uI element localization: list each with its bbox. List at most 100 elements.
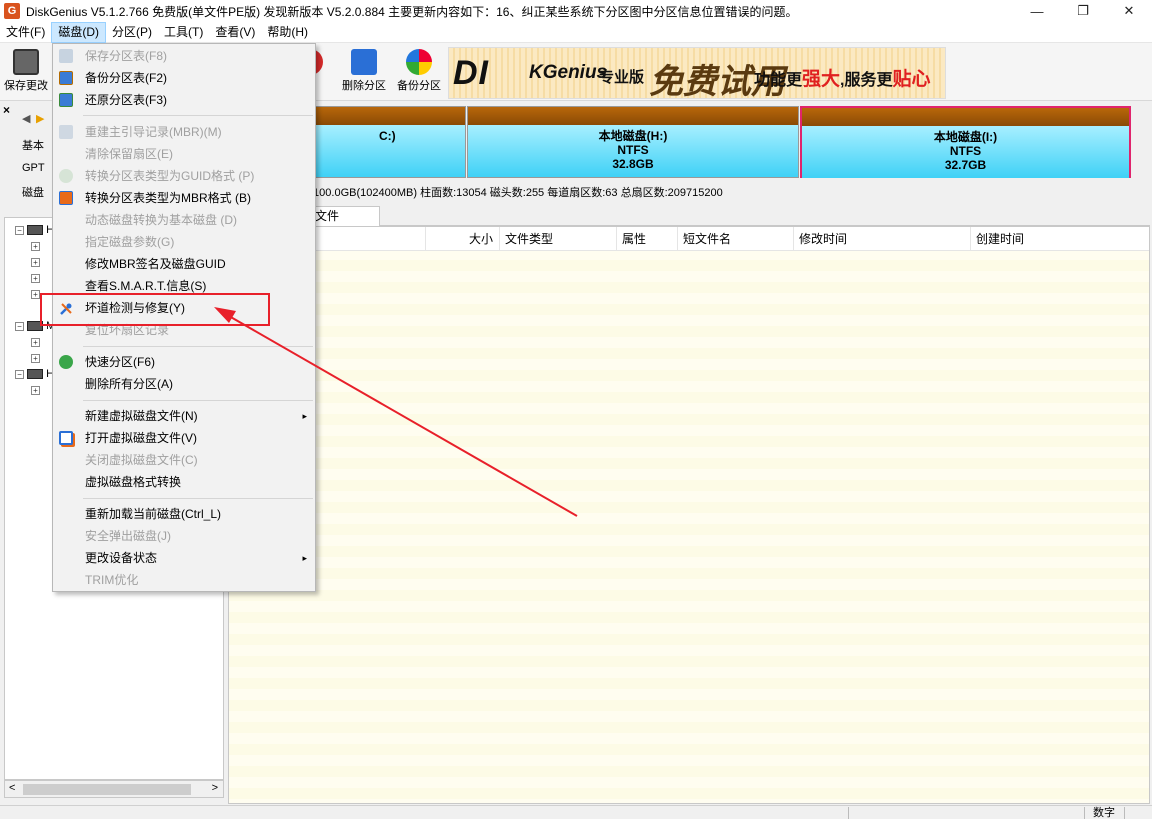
status-cell-blank — [848, 807, 1084, 819]
menu-virtual-disk-convert[interactable]: 虚拟磁盘格式转换 — [53, 471, 315, 493]
tree-node-disk-1[interactable]: − H — [15, 224, 54, 236]
backup-partition-label: 备份分区 — [397, 80, 441, 92]
menu-disk[interactable]: 磁盘(D) — [51, 21, 106, 43]
expand-icon[interactable]: + — [31, 353, 40, 363]
slogan-part-1: 功能更 — [754, 72, 803, 89]
disk-info-line: :100.0GB(102400MB) 柱面数:13054 磁头数:255 每道扇… — [310, 187, 723, 199]
tree-node-part[interactable]: + — [31, 336, 43, 348]
partition-fs: NTFS — [617, 143, 649, 157]
promo-banner[interactable]: DI KGenius 专业版 免费试用 功能更强大,服务更贴心 — [448, 47, 946, 99]
menu-separator — [83, 498, 313, 499]
menu-item-label: 指定磁盘参数(G) — [85, 235, 175, 249]
nav-left-icon[interactable]: ◀ — [22, 112, 30, 125]
tree-horizontal-scrollbar[interactable]: < > — [4, 780, 224, 798]
menu-tools[interactable]: 工具(T) — [158, 22, 209, 43]
partition-fs: NTFS — [949, 144, 982, 158]
tree-node-part[interactable]: + — [31, 256, 43, 268]
nav-right-icon[interactable]: ▶ — [36, 112, 44, 125]
submenu-arrow-icon: ▸ — [302, 553, 307, 563]
menu-dynamic-to-basic[interactable]: 动态磁盘转换为基本磁盘 (D) — [53, 209, 315, 231]
menu-file[interactable]: 文件(F) — [0, 22, 51, 43]
close-button[interactable]: ✕ — [1106, 0, 1152, 22]
banner-slogan: 功能更强大,服务更贴心 — [754, 64, 931, 91]
menu-restore-partition-table[interactable]: 还原分区表(F3) — [53, 89, 315, 111]
partition-size: 32.8GB — [612, 157, 654, 171]
disk-label: 磁盘 — [22, 187, 44, 199]
menu-trim-optimize[interactable]: TRIM优化 — [53, 569, 315, 591]
expand-icon[interactable]: + — [31, 337, 40, 347]
menu-help[interactable]: 帮助(H) — [261, 22, 314, 43]
slogan-part-2: ,服务更 — [840, 72, 893, 89]
sidebar-close-icon[interactable]: × — [3, 103, 10, 117]
collapse-icon[interactable]: − — [15, 369, 24, 379]
window-controls: — ❐ ✕ — [1014, 0, 1152, 22]
menu-save-partition-table[interactable]: 保存分区表(F8) — [53, 45, 315, 67]
tree-node-disk-3[interactable]: − H — [15, 368, 54, 380]
banner-logo: DI — [453, 54, 489, 92]
collapse-icon[interactable]: − — [15, 225, 24, 235]
partition-h[interactable]: 本地磁盘(H:) NTFS 32.8GB — [467, 106, 799, 178]
save-icon — [59, 49, 73, 63]
expand-icon[interactable]: + — [31, 273, 40, 283]
menu-rebuild-mbr[interactable]: 重建主引导记录(MBR)(M) — [53, 121, 315, 143]
menu-safe-eject[interactable]: 安全弹出磁盘(J) — [53, 525, 315, 547]
scroll-left-icon[interactable]: < — [9, 782, 15, 794]
save-icon — [13, 49, 39, 75]
menu-bar: 文件(F) 磁盘(D) 分区(P) 工具(T) 查看(V) 帮助(H) — [0, 21, 1152, 43]
col-file-type[interactable]: 文件类型 — [499, 227, 616, 251]
file-list-table[interactable]: 大小 文件类型 属性 短文件名 修改时间 创建时间 — [228, 226, 1150, 804]
menu-item-label: 关闭虚拟磁盘文件(C) — [85, 453, 198, 467]
col-size[interactable]: 大小 — [425, 227, 499, 251]
menu-delete-all-partitions[interactable]: 删除所有分区(A) — [53, 373, 315, 395]
col-attributes[interactable]: 属性 — [616, 227, 677, 251]
expand-icon[interactable]: + — [31, 385, 40, 395]
partition-i[interactable]: 本地磁盘(I:) NTFS 32.7GB — [800, 106, 1131, 178]
collapse-icon[interactable]: − — [15, 321, 24, 331]
col-created[interactable]: 创建时间 — [970, 227, 1148, 251]
maximize-button[interactable]: ❐ — [1060, 0, 1106, 22]
menu-modify-mbr-signature[interactable]: 修改MBR签名及磁盘GUID — [53, 253, 315, 275]
menu-item-label: 修改MBR签名及磁盘GUID — [85, 257, 226, 271]
backup-partition-button[interactable]: 备份分区 — [393, 47, 445, 97]
partition-body: 本地磁盘(H:) NTFS 32.8GB — [468, 125, 798, 177]
tab-browse-files[interactable]: 文件 — [310, 206, 380, 227]
tree-node-part[interactable]: + — [31, 384, 43, 396]
menu-item-label: 删除所有分区(A) — [85, 377, 173, 391]
delete-partition-button[interactable]: 删除分区 — [338, 47, 390, 97]
expand-icon[interactable]: + — [31, 289, 40, 299]
window-title: DiskGenius V5.1.2.766 免费版(单文件PE版) 发现新版本 … — [26, 4, 798, 19]
col-modified[interactable]: 修改时间 — [793, 227, 970, 251]
app-logo-icon: G — [4, 3, 20, 19]
menu-new-virtual-disk[interactable]: 新建虚拟磁盘文件(N) ▸ — [53, 405, 315, 427]
menu-partition[interactable]: 分区(P) — [106, 22, 158, 43]
menu-view[interactable]: 查看(V) — [209, 22, 261, 43]
menu-open-virtual-disk[interactable]: 打开虚拟磁盘文件(V) — [53, 427, 315, 449]
quick-partition-icon — [59, 355, 73, 369]
menu-convert-to-guid[interactable]: 转换分区表类型为GUID格式 (P) — [53, 165, 315, 187]
menu-backup-partition-table[interactable]: 备份分区表(F2) — [53, 67, 315, 89]
menu-item-label: 重新加载当前磁盘(Ctrl_L) — [85, 507, 222, 521]
expand-icon[interactable]: + — [31, 257, 40, 267]
tree-node-part[interactable]: + — [31, 272, 43, 284]
tree-node-part[interactable]: + — [31, 352, 43, 364]
menu-separator — [83, 115, 313, 116]
menu-close-virtual-disk[interactable]: 关闭虚拟磁盘文件(C) — [53, 449, 315, 471]
submenu-arrow-icon: ▸ — [302, 411, 307, 421]
expand-icon[interactable]: + — [31, 241, 40, 251]
col-short-name[interactable]: 短文件名 — [677, 227, 793, 251]
scroll-right-icon[interactable]: > — [212, 782, 218, 794]
menu-clear-reserved-sectors[interactable]: 清除保留扇区(E) — [53, 143, 315, 165]
tree-node-part[interactable]: + — [31, 240, 43, 252]
tab-strip: 文件 — [228, 206, 1150, 227]
scroll-thumb[interactable] — [23, 784, 191, 795]
partition-header — [468, 107, 798, 125]
menu-set-disk-params[interactable]: 指定磁盘参数(G) — [53, 231, 315, 253]
minimize-button[interactable]: — — [1014, 0, 1060, 22]
save-changes-button[interactable]: 保存更改 — [2, 47, 50, 97]
menu-convert-to-mbr[interactable]: 转换分区表类型为MBR格式 (B) — [53, 187, 315, 209]
table-header: 大小 文件类型 属性 短文件名 修改时间 创建时间 — [229, 227, 1149, 251]
menu-quick-partition[interactable]: 快速分区(F6) — [53, 351, 315, 373]
menu-change-device-state[interactable]: 更改设备状态 ▸ — [53, 547, 315, 569]
menu-reload-disk[interactable]: 重新加载当前磁盘(Ctrl_L) — [53, 503, 315, 525]
rebuild-mbr-icon — [59, 125, 73, 139]
